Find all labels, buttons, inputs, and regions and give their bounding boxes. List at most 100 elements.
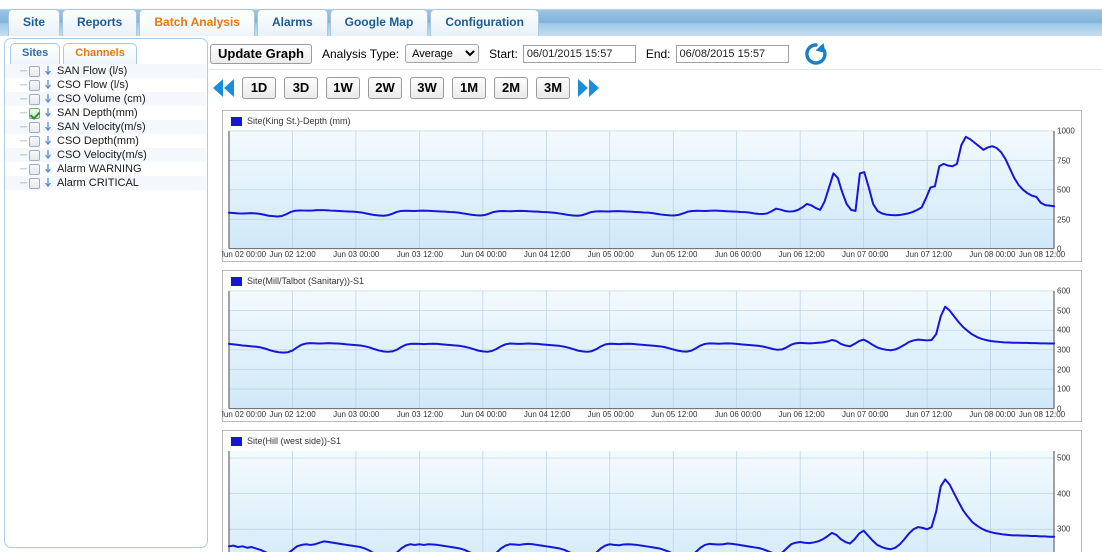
channel-tree-item[interactable]: ─ CSO Volume (cm) <box>6 92 206 106</box>
range-button-1w[interactable]: 1W <box>326 77 360 99</box>
channel-label: CSO Depth(mm) <box>57 135 139 147</box>
chart-panel[interactable]: Site(Mill/Talbot (Sanitary))-S1 0 100 200 30… <box>222 270 1082 422</box>
y-axis-tick: 100 <box>1057 384 1071 394</box>
tree-branch-icon: ─ <box>20 149 28 161</box>
channel-tree-item[interactable]: ─ SAN Depth(mm) <box>6 106 206 120</box>
chart-plot-area <box>227 450 1056 552</box>
tab-batch-analysis[interactable]: Batch Analysis <box>139 9 255 36</box>
y-axis-tick: 1000 <box>1057 126 1075 136</box>
channel-label: SAN Flow (l/s) <box>57 65 128 77</box>
x-axis-tick: Jun 07 00:00 <box>842 410 889 419</box>
channel-checkbox[interactable] <box>29 135 40 147</box>
x-axis-tick: Jun 02 12:00 <box>269 250 316 259</box>
channel-label: CSO Velocity(m/s) <box>57 149 147 161</box>
range-button-3m[interactable]: 3M <box>536 77 570 99</box>
sidebar-tab-list: Sites Channels <box>10 43 140 65</box>
range-button-3d[interactable]: 3D <box>284 77 318 99</box>
tab-alarms[interactable]: Alarms <box>256 9 328 36</box>
tab-site[interactable]: Site <box>8 9 61 36</box>
y-axis-tick: 600 <box>1057 286 1071 296</box>
chart-x-axis: Jun 02 00:00 Jun 02 12:00 Jun 03 00:00 Jun … <box>222 409 1081 421</box>
channel-label: SAN Depth(mm) <box>57 107 138 119</box>
chart-y-axis: 200300400500 <box>1055 431 1079 552</box>
channel-checkbox[interactable] <box>29 79 40 91</box>
main-content: Update Graph Analysis Type: AverageMinim… <box>210 36 1102 552</box>
sidebar-panel: Sites Channels ─ SAN Flow (l/s) ─ CSO Flow … <box>4 38 208 548</box>
chart-legend: Site(Mill/Talbot (Sanitary))-S1 <box>231 276 364 286</box>
channel-tree-item[interactable]: ─ CSO Velocity(m/s) <box>6 148 206 162</box>
chart-plot-area <box>227 290 1056 410</box>
channel-tree-item[interactable]: ─ CSO Depth(mm) <box>6 134 206 148</box>
tab-reports[interactable]: Reports <box>62 9 138 36</box>
channel-checkbox[interactable] <box>29 177 40 189</box>
channel-checkbox[interactable] <box>29 107 40 119</box>
x-axis-tick: Jun 04 12:00 <box>523 410 571 419</box>
channel-tree-item[interactable]: ─ Alarm CRITICAL <box>6 176 206 190</box>
end-date-input[interactable] <box>675 44 789 63</box>
channel-leaf-icon <box>45 150 51 160</box>
channel-checkbox[interactable] <box>29 163 40 175</box>
x-axis-tick: Jun 03 12:00 <box>396 250 443 259</box>
channel-tree: ─ SAN Flow (l/s) ─ CSO Flow (l/s) ─ CSO Volum… <box>6 64 206 546</box>
tree-branch-icon: ─ <box>20 135 28 147</box>
chart-plot-area <box>227 130 1056 250</box>
channel-checkbox[interactable] <box>29 93 40 105</box>
y-axis-tick: 200 <box>1057 365 1071 375</box>
range-button-1m[interactable]: 1M <box>452 77 486 99</box>
start-date-input[interactable] <box>522 44 636 63</box>
tab-configuration[interactable]: Configuration <box>430 9 539 36</box>
legend-color-swatch <box>231 116 242 126</box>
range-button-2w[interactable]: 2W <box>368 77 402 99</box>
x-axis-tick: Jun 06 12:00 <box>778 410 825 419</box>
x-axis-tick: Jun 05 12:00 <box>651 410 698 419</box>
range-button-1d[interactable]: 1D <box>242 77 276 99</box>
legend-label: Site(Hill (west side))-S1 <box>247 436 342 446</box>
refresh-icon[interactable] <box>803 41 829 67</box>
end-date-label: End: <box>645 46 671 61</box>
range-button-2m[interactable]: 2M <box>494 77 528 99</box>
analysis-type-label: Analysis Type: <box>321 46 400 61</box>
legend-label: Site(King St.)-Depth (mm) <box>247 116 351 126</box>
x-axis-tick: Jun 02 12:00 <box>269 410 316 419</box>
y-axis-tick: 250 <box>1057 215 1071 224</box>
analysis-toolbar: Update Graph Analysis Type: AverageMinim… <box>210 38 1102 70</box>
channel-tree-item[interactable]: ─ Alarm WARNING <box>6 162 206 176</box>
y-axis-tick: 500 <box>1057 306 1071 316</box>
chart-y-axis: 0 250 500 750 1000 <box>1055 111 1079 261</box>
analysis-type-select[interactable]: AverageMinimumMaximumTotal <box>405 44 480 63</box>
chart-legend: Site(Hill (west side))-S1 <box>231 436 341 446</box>
double-chevron-right-icon[interactable] <box>574 76 602 100</box>
chart-stack: Site(King St.)-Depth (mm) 0 250 500 750 1000 J… <box>222 110 1090 552</box>
x-axis-tick: Jun 03 00:00 <box>333 250 380 259</box>
sidebar-tab-channels[interactable]: Channels <box>63 43 137 64</box>
x-axis-tick: Jun 08 00:00 <box>969 250 1016 259</box>
range-button-3w[interactable]: 3W <box>410 77 444 99</box>
channel-label: Alarm CRITICAL <box>57 177 139 189</box>
y-axis-tick: 750 <box>1057 156 1071 165</box>
channel-leaf-icon <box>45 178 51 188</box>
tree-branch-icon: ─ <box>20 107 28 119</box>
x-axis-tick: Jun 04 12:00 <box>523 250 571 259</box>
channel-tree-item[interactable]: ─ CSO Flow (l/s) <box>6 78 206 92</box>
main-tab-bar: Site Reports Batch Analysis Alarms Googl… <box>0 0 1102 36</box>
channel-checkbox[interactable] <box>29 65 40 77</box>
channel-checkbox[interactable] <box>29 149 40 161</box>
y-axis-tick: 300 <box>1057 345 1071 355</box>
tree-branch-icon: ─ <box>20 177 28 189</box>
channel-tree-item[interactable]: ─ SAN Velocity(m/s) <box>6 120 206 134</box>
main-tab-list: Site Reports Batch Analysis Alarms Googl… <box>8 9 541 36</box>
channel-label: SAN Velocity(m/s) <box>57 121 146 133</box>
channel-leaf-icon <box>45 108 51 118</box>
x-axis-tick: Jun 02 00:00 <box>222 250 267 259</box>
channel-tree-item[interactable]: ─ SAN Flow (l/s) <box>6 64 206 78</box>
sidebar-tab-sites[interactable]: Sites <box>10 43 61 64</box>
x-axis-tick: Jun 07 12:00 <box>905 410 952 419</box>
channel-checkbox[interactable] <box>29 121 40 133</box>
chart-panel[interactable]: Site(King St.)-Depth (mm) 0 250 500 750 1000 J… <box>222 110 1082 262</box>
y-axis-tick: 500 <box>1057 453 1071 463</box>
tab-google-map[interactable]: Google Map <box>329 9 429 36</box>
chart-panel[interactable]: Site(Hill (west side))-S1 200300400500 <box>222 430 1082 552</box>
channel-leaf-icon <box>45 80 51 90</box>
update-graph-button[interactable]: Update Graph <box>210 43 312 64</box>
double-chevron-left-icon[interactable] <box>210 76 238 100</box>
